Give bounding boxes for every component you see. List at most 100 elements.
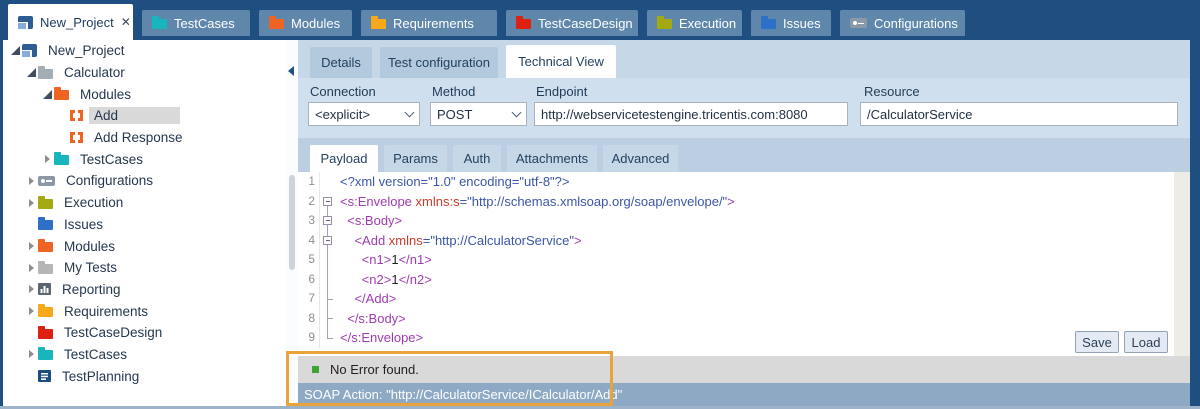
expand-arrow-icon[interactable] bbox=[24, 177, 38, 185]
save-button[interactable]: Save bbox=[1075, 331, 1119, 353]
code-line-5: 5 <n1>1</n1> bbox=[298, 250, 1190, 270]
collapse-arrow-icon[interactable] bbox=[8, 46, 22, 55]
document-tab-modules[interactable]: Modules bbox=[259, 10, 352, 36]
document-tab-testcasedesign[interactable]: TestCaseDesign bbox=[506, 10, 638, 36]
close-tab-icon[interactable]: ✕ bbox=[121, 16, 131, 28]
status-ok-icon bbox=[312, 366, 319, 373]
tree-item-testplanning[interactable]: TestPlanning bbox=[3, 365, 286, 387]
tree-item-testcases[interactable]: TestCases bbox=[3, 344, 286, 366]
tree-item-reporting[interactable]: Reporting bbox=[3, 279, 286, 301]
endpoint-value: http://webservicetestengine.tricentis.co… bbox=[541, 107, 808, 122]
payload-tab-bar: PayloadParamsAuthAttachmentsAdvanced bbox=[310, 145, 678, 172]
folder-icon bbox=[761, 19, 776, 29]
reporting-chart-icon bbox=[38, 283, 51, 295]
code-text: <s:Body> bbox=[336, 211, 402, 231]
tree-splitter[interactable] bbox=[286, 40, 298, 406]
line-number: 5 bbox=[298, 250, 320, 270]
tab-label: Execution bbox=[679, 16, 736, 31]
module-icon bbox=[70, 131, 83, 144]
tree-item-testcasedesign[interactable]: TestCaseDesign bbox=[3, 322, 286, 344]
module-icon bbox=[70, 109, 83, 122]
line-number: 7 bbox=[298, 289, 320, 309]
document-tab-requirements[interactable]: Requirements bbox=[361, 10, 497, 36]
expand-arrow-icon[interactable] bbox=[24, 242, 38, 250]
editor-tab-technical-view[interactable]: Technical View bbox=[506, 45, 616, 78]
tree-item-add[interactable]: Add bbox=[3, 105, 286, 127]
document-tab-execution[interactable]: Execution bbox=[647, 10, 742, 36]
fold-toggle-icon[interactable] bbox=[320, 192, 336, 212]
tree-item-label: Calculator bbox=[59, 64, 130, 81]
line-number: 2 bbox=[298, 192, 320, 212]
document-tab-configurations[interactable]: Configurations bbox=[840, 10, 965, 36]
tree-item-issues[interactable]: Issues bbox=[3, 214, 286, 236]
line-number: 6 bbox=[298, 270, 320, 290]
tab-label: Requirements bbox=[393, 16, 474, 31]
tree-item-new-project[interactable]: New_Project bbox=[3, 40, 286, 62]
tree-item-requirements[interactable]: Requirements bbox=[3, 300, 286, 322]
code-text: <?xml version="1.0" encoding="utf-8"?> bbox=[336, 172, 570, 192]
collapse-tree-icon[interactable] bbox=[288, 66, 294, 76]
method-dropdown[interactable]: POST bbox=[430, 102, 527, 126]
tab-label: TestCases bbox=[174, 16, 235, 31]
tree-item-testcases[interactable]: TestCases bbox=[3, 148, 286, 170]
line-number: 3 bbox=[298, 211, 320, 231]
folder-icon bbox=[516, 19, 531, 29]
payload-tab-advanced[interactable]: Advanced bbox=[603, 145, 678, 172]
expand-arrow-icon[interactable] bbox=[24, 264, 38, 272]
payload-tab-row: PayloadParamsAuthAttachmentsAdvanced bbox=[298, 138, 1190, 172]
document-tab-new-project[interactable]: New_Project✕ bbox=[8, 4, 133, 40]
code-scrollbar[interactable] bbox=[1174, 172, 1190, 356]
tree-item-modules[interactable]: Modules bbox=[3, 235, 286, 257]
fold-toggle-icon[interactable] bbox=[320, 231, 336, 251]
resource-input[interactable]: /CalculatorService bbox=[860, 102, 1178, 126]
tree-item-add-response[interactable]: Add Response bbox=[3, 127, 286, 149]
document-tab-issues[interactable]: Issues bbox=[751, 10, 831, 36]
tree-item-configurations[interactable]: Configurations bbox=[3, 170, 286, 192]
folder-icon bbox=[38, 350, 53, 360]
expand-arrow-icon[interactable] bbox=[40, 155, 54, 163]
tree-item-label: Issues bbox=[59, 216, 108, 233]
folder-icon bbox=[54, 90, 69, 100]
load-button[interactable]: Load bbox=[1124, 331, 1168, 353]
payload-tab-params[interactable]: Params bbox=[384, 145, 447, 172]
tab-label: Modules bbox=[291, 16, 340, 31]
application-window: New_Project✕TestCasesModulesRequirements… bbox=[0, 0, 1200, 409]
method-value: POST bbox=[437, 107, 472, 122]
code-line-3: 3 <s:Body> bbox=[298, 211, 1190, 231]
collapse-arrow-icon[interactable] bbox=[24, 68, 38, 77]
expand-arrow-icon[interactable] bbox=[24, 285, 38, 293]
code-line-8: 8 </s:Body> bbox=[298, 309, 1190, 329]
endpoint-input[interactable]: http://webservicetestengine.tricentis.co… bbox=[534, 102, 848, 126]
tree-item-my-tests[interactable]: My Tests bbox=[3, 257, 286, 279]
code-line-2: 2<s:Envelope xmlns:s="http://schemas.xml… bbox=[298, 192, 1190, 212]
tree-scrollbar[interactable] bbox=[289, 175, 295, 270]
fold-toggle-icon[interactable] bbox=[320, 211, 336, 231]
expand-arrow-icon[interactable] bbox=[24, 199, 38, 207]
payload-tab-attachments[interactable]: Attachments bbox=[507, 145, 597, 172]
folder-icon bbox=[38, 307, 53, 317]
collapse-arrow-icon[interactable] bbox=[40, 90, 54, 99]
tree-item-execution[interactable]: Execution bbox=[3, 192, 286, 214]
tree-item-calculator[interactable]: Calculator bbox=[3, 62, 286, 84]
editor-tab-bar: Details Test configuration Technical View bbox=[310, 40, 616, 78]
payload-tab-auth[interactable]: Auth bbox=[453, 145, 501, 172]
expand-arrow-icon[interactable] bbox=[24, 307, 38, 315]
editor-tab-details[interactable]: Details bbox=[310, 47, 372, 78]
document-tab-testcases[interactable]: TestCases bbox=[142, 10, 250, 36]
payload-xml-editor[interactable]: 1<?xml version="1.0" encoding="utf-8"?>2… bbox=[298, 172, 1190, 356]
tree-item-label: TestCases bbox=[59, 346, 132, 363]
tree-item-label: Add bbox=[89, 107, 180, 124]
payload-tab-payload[interactable]: Payload bbox=[310, 145, 378, 172]
configurations-connector-icon bbox=[38, 176, 55, 186]
editor-tab-test-configuration[interactable]: Test configuration bbox=[380, 47, 498, 78]
configurations-connector-icon bbox=[850, 18, 867, 28]
connection-dropdown[interactable]: <explicit> bbox=[308, 102, 420, 126]
line-number: 1 bbox=[298, 172, 320, 192]
expand-arrow-icon[interactable] bbox=[24, 350, 38, 358]
code-line-1: 1 <?xml version="1.0" encoding="utf-8"?> bbox=[298, 172, 1190, 192]
fold-guide bbox=[320, 172, 336, 192]
code-line-9: 9</s:Envelope> bbox=[298, 328, 1190, 348]
tab-label: TestCaseDesign bbox=[538, 16, 633, 31]
tree-item-modules[interactable]: Modules bbox=[3, 83, 286, 105]
project-icon bbox=[18, 16, 33, 29]
